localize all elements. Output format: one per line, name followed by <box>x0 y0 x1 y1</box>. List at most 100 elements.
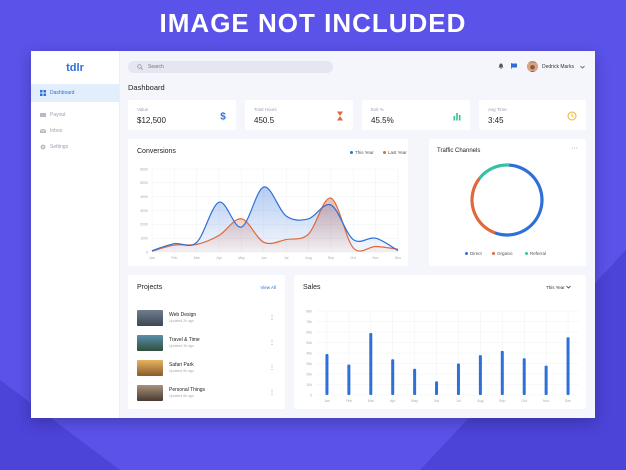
top-bar: Dedrick Marks <box>119 51 595 81</box>
y-tick-label: 50k <box>306 341 312 345</box>
x-tick-label: Dec <box>565 399 571 403</box>
sales-card: Sales This Year 0 10k 20k 30k 40k 50k 60k 70k 80… <box>294 275 586 409</box>
x-tick-label: Nov <box>543 399 549 403</box>
flag-icon[interactable] <box>511 63 518 69</box>
project-updated: Updated 3h ago <box>169 344 194 348</box>
stat-value: 450.5 <box>254 116 275 125</box>
sidebar-item-settings[interactable]: Settings <box>31 138 119 156</box>
y-tick-label: 2000 <box>140 223 148 227</box>
stat-label: Total Hours <box>254 107 277 112</box>
project-item[interactable]: Personal Things Updated 6h ago ⋮ <box>137 385 275 401</box>
x-tick-label: Aug <box>477 399 483 403</box>
user-photo <box>527 63 538 72</box>
search-icon <box>137 64 143 70</box>
project-updated: Updated 6h ago <box>169 394 194 398</box>
x-tick-label: Apr <box>390 399 396 403</box>
y-tick-label: 6000 <box>140 167 148 171</box>
sidebar-item-dashboard[interactable]: Dashboard <box>31 84 119 102</box>
sales-bar <box>413 368 417 395</box>
traffic-card: Traffic Channels ··· Direct Organic Refe… <box>429 139 586 266</box>
more-vertical-icon[interactable]: ⋮ <box>269 314 275 321</box>
user-name[interactable]: Dedrick Marks <box>542 64 574 70</box>
projects-title: Projects <box>137 284 163 291</box>
legend-referral: Referral <box>525 251 546 256</box>
view-all-link[interactable]: View All <box>260 285 276 290</box>
y-tick-label: 60k <box>306 330 312 334</box>
x-tick-label: Sep <box>328 256 334 260</box>
more-vertical-icon[interactable]: ⋮ <box>269 389 275 396</box>
y-tick-label: 1000 <box>140 236 148 240</box>
project-thumbnail <box>137 335 163 351</box>
y-tick-label: 10k <box>306 383 312 387</box>
y-tick-label: 0 <box>310 393 312 397</box>
x-tick-label: Jun <box>434 399 440 403</box>
sales-bar <box>566 337 570 395</box>
x-tick-label: Oct <box>521 399 526 403</box>
traffic-donut-chart <box>470 163 544 237</box>
x-tick-label: Mar <box>194 256 201 260</box>
sidebar-item-label: Payout <box>50 112 66 118</box>
grid-icon <box>40 90 46 96</box>
sales-bar <box>347 364 351 395</box>
project-thumbnail <box>137 360 163 376</box>
mail-icon <box>40 128 46 133</box>
project-updated: Updated 5h ago <box>169 369 194 373</box>
y-tick-label: 4000 <box>140 195 148 199</box>
y-tick-label: 20k <box>306 372 312 376</box>
more-vertical-icon[interactable]: ⋮ <box>269 339 275 346</box>
legend-dot <box>492 252 495 256</box>
legend-dot <box>465 252 468 256</box>
donut-slice-referral <box>478 163 510 179</box>
page-title: Dashboard <box>128 83 165 92</box>
project-name: Safari Park <box>169 362 194 368</box>
stat-card-value: Value $12,500 $ <box>128 100 236 130</box>
project-item[interactable]: Web Design Updated 2h ago ⋮ <box>137 310 275 326</box>
y-tick-label: 80k <box>306 309 312 313</box>
legend-dot <box>525 252 528 256</box>
more-vertical-icon[interactable]: ⋮ <box>269 364 275 371</box>
y-tick-label: 0 <box>146 250 148 254</box>
banner-text: IMAGE NOT INCLUDED <box>159 8 467 38</box>
stat-card-total-hours: Total Hours 450.5 <box>245 100 353 130</box>
project-item[interactable]: Travel & Time Updated 3h ago ⋮ <box>137 335 275 351</box>
sales-bar <box>369 333 373 395</box>
search-input[interactable] <box>148 61 318 73</box>
x-tick-label: Jan <box>324 399 330 403</box>
x-tick-label: Jan <box>149 256 155 260</box>
legend-direct: Direct <box>465 251 482 256</box>
chevron-down-icon[interactable] <box>580 65 585 69</box>
bell-icon[interactable] <box>498 63 504 69</box>
legend-organic: Organic <box>492 251 513 256</box>
x-tick-label: Oct <box>351 256 356 260</box>
dashboard-window: tdlr Dashboard Payout Inbox Settings Ded… <box>31 51 595 418</box>
project-name: Travel & Time <box>169 337 200 343</box>
legend-label: Organic <box>497 251 513 256</box>
sidebar-item-label: Settings <box>50 144 69 150</box>
gear-icon <box>40 144 46 150</box>
project-name: Personal Things <box>169 387 206 393</box>
conversions-chart: 0 1000 2000 3000 4000 5000 6000 Jan Feb Mar Apr May… <box>140 167 401 260</box>
sales-bar <box>544 365 548 395</box>
project-thumbnail <box>137 385 163 401</box>
stat-value: $12,500 <box>137 116 166 125</box>
x-tick-label: Mar <box>368 399 375 403</box>
x-tick-label: Dec <box>395 256 401 260</box>
search-bar[interactable] <box>128 61 333 73</box>
x-tick-label: May <box>238 256 245 260</box>
donut-slice-direct <box>493 163 544 237</box>
stat-label: Value <box>137 107 149 112</box>
x-tick-label: Jul <box>456 399 461 403</box>
y-tick-label: 30k <box>306 362 312 366</box>
stat-value: 45.5% <box>371 116 394 125</box>
conversions-card: Conversions This Year Last Year 0 1000 200… <box>128 139 408 266</box>
bar-chart-icon <box>453 113 461 121</box>
dollar-icon: $ <box>220 112 226 122</box>
y-tick-label: 3000 <box>140 209 148 213</box>
projects-card: Projects View All Web Design Updated 2h … <box>128 275 285 409</box>
sidebar-item-label: Dashboard <box>50 90 75 96</box>
sales-bar <box>478 355 482 395</box>
project-updated: Updated 2h ago <box>169 319 194 323</box>
sidebar-item-label: Inbox <box>50 128 63 134</box>
project-item[interactable]: Safari Park Updated 5h ago ⋮ <box>137 360 275 376</box>
avatar[interactable] <box>527 61 538 72</box>
